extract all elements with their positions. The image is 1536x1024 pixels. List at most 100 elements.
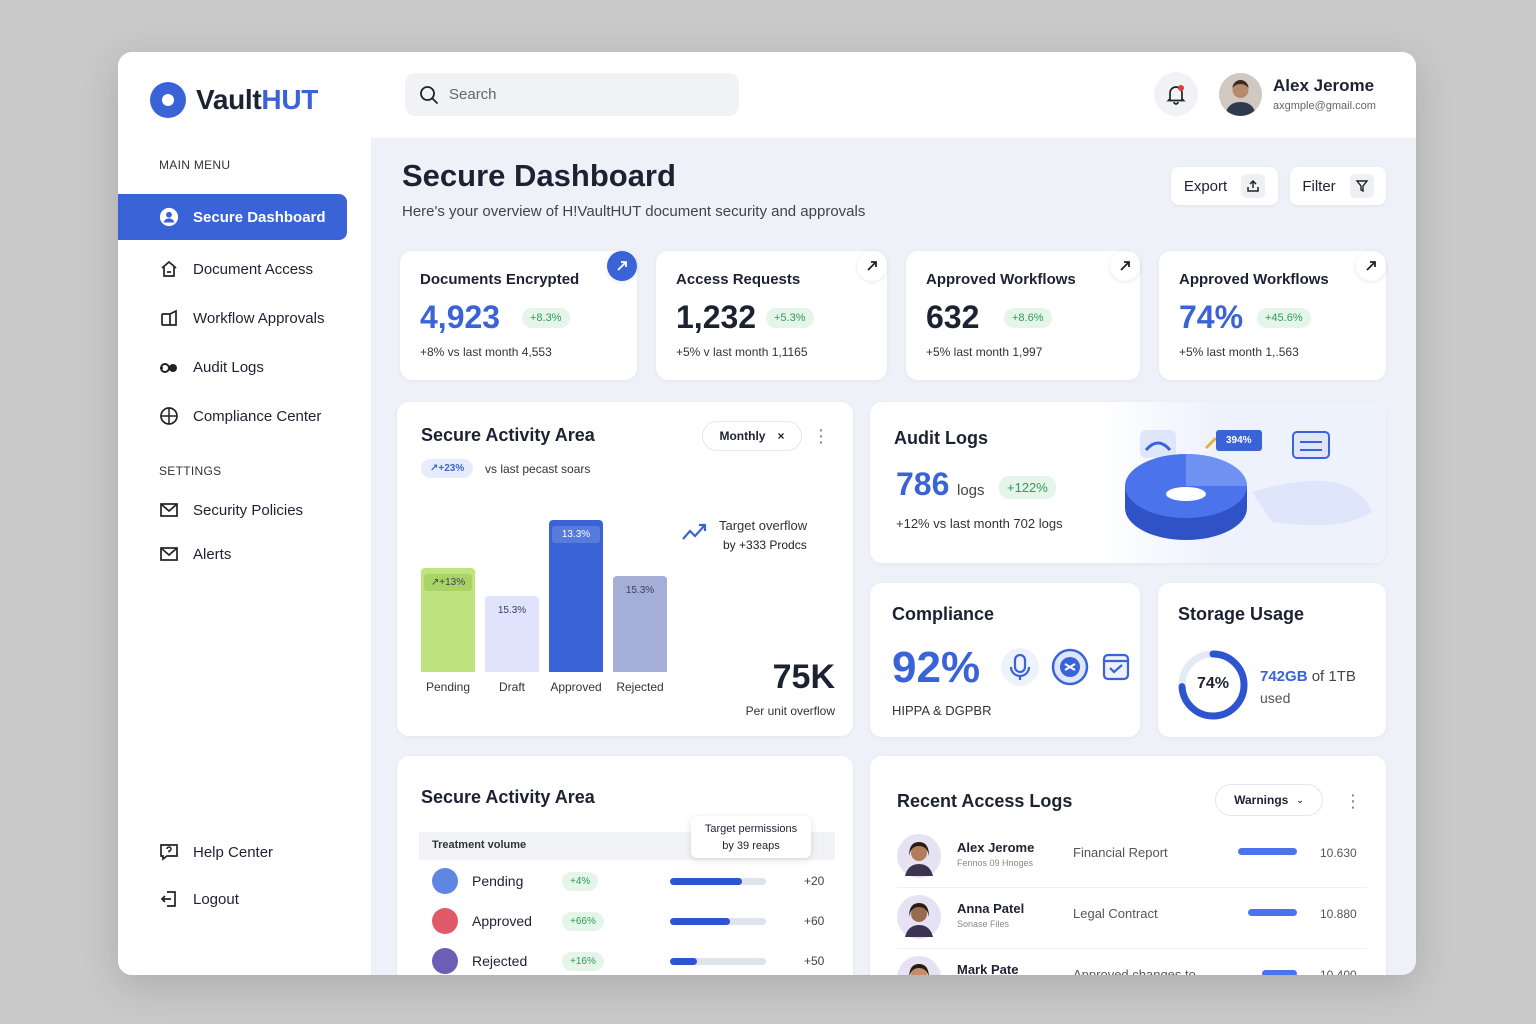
app-logo[interactable]: VaultHUT <box>150 82 318 118</box>
status-dot <box>432 868 458 894</box>
sidebar-item-workflow-approvals[interactable]: Workflow Approvals <box>118 295 347 341</box>
stat-change-badge: +8.3% <box>522 308 570 328</box>
stat-card-approved-workflows[interactable]: Approved Workflows 632 +8.6% +5% last mo… <box>906 251 1140 380</box>
export-button[interactable]: Export <box>1171 167 1278 205</box>
page-title: Secure Dashboard <box>402 158 676 193</box>
sidebar-item-compliance-center[interactable]: Compliance Center <box>118 393 347 439</box>
sidebar-item-alerts[interactable]: Alerts <box>118 531 347 577</box>
sidebar-item-audit-logs[interactable]: Audit Logs <box>118 344 347 390</box>
log-row[interactable]: Anna Patel Sonase Files Legal Contract 1… <box>897 887 1367 949</box>
log-progress-fill <box>1248 909 1297 916</box>
search-box[interactable] <box>405 73 739 116</box>
log-value: 10.630 <box>1320 846 1357 860</box>
activity-table-card: Secure Activity Area Treatment volume Ta… <box>397 756 853 975</box>
sidebar-item-label: Workflow Approvals <box>193 309 325 327</box>
log-user-sub: Sonase Files <box>957 919 1010 929</box>
user-circle-icon <box>159 207 179 227</box>
card-title: Recent Access Logs <box>897 791 1073 811</box>
mail-icon <box>159 544 179 564</box>
filter-value: Warnings <box>1234 793 1289 807</box>
row-change-badge: +66% <box>562 912 604 931</box>
more-options-icon[interactable]: ⋮ <box>806 421 836 451</box>
audit-change-badge: +122% <box>999 476 1056 499</box>
avatar <box>897 895 941 939</box>
row-label: Pending <box>472 873 524 889</box>
expand-button[interactable] <box>857 251 887 281</box>
arrow-up-right-icon <box>1120 261 1130 271</box>
stat-title: Documents Encrypted <box>420 271 580 288</box>
audit-logs-card[interactable]: Audit Logs 786 logs +122% +12% vs last m… <box>870 402 1386 563</box>
notifications-button[interactable] <box>1154 72 1198 116</box>
stat-value: 632 <box>926 299 980 335</box>
change-badge: ↗+23% <box>421 459 474 478</box>
stat-value: 1,232 <box>676 299 757 335</box>
storage-used: 742GB <box>1260 668 1308 685</box>
stat-card-documents-encrypted[interactable]: Documents Encrypted 4,923 +8.3% +8% vs l… <box>400 251 637 380</box>
row-label: Rejected <box>472 953 528 969</box>
x-tick-label: Pending <box>425 680 471 694</box>
search-input[interactable] <box>449 86 709 103</box>
audit-unit: logs <box>957 482 985 499</box>
arrow-up-right-icon <box>617 261 627 271</box>
storage-total: of 1TB <box>1311 668 1356 685</box>
sidebar-item-logout[interactable]: Logout <box>118 876 347 922</box>
sidebar-item-secure-dashboard[interactable]: Secure Dashboard <box>118 194 347 240</box>
stat-card-approved-workflows-percent[interactable]: Approved Workflows 74% +45.6% +5% last m… <box>1159 251 1386 380</box>
log-document: Legal Contract <box>1073 906 1158 921</box>
avatar <box>897 956 941 975</box>
stat-title: Approved Workflows <box>926 271 1076 288</box>
close-icon: × <box>777 429 785 443</box>
stat-value: 74% <box>1179 299 1244 335</box>
overflow-value: 75K <box>772 658 835 696</box>
sidebar-item-help-center[interactable]: Help Center <box>118 829 347 875</box>
card-title: Secure Activity Area <box>421 787 595 807</box>
period-select[interactable]: Monthly × <box>702 421 802 451</box>
tooltip: Target permissions by 39 reaps <box>691 816 811 858</box>
arrow-up-right-icon <box>867 261 877 271</box>
sidebar: MAIN MENU Secure Dashboard Document Acce… <box>118 138 371 975</box>
row-progress-bar <box>670 878 766 885</box>
workflow-icon <box>159 308 179 328</box>
expand-button[interactable] <box>607 251 637 281</box>
row-label: Approved <box>472 913 532 929</box>
bar-data-label: 15.3% <box>497 605 527 616</box>
more-options-icon[interactable]: ⋮ <box>1340 786 1366 816</box>
warnings-filter[interactable]: Warnings ⌄ <box>1215 784 1323 816</box>
storage-usage-card[interactable]: Storage Usage 74% 742GB of 1TB used <box>1158 583 1386 737</box>
change-note: vs last pecast soars <box>485 462 591 476</box>
activity-chart-card: Secure Activity Area Monthly × ⋮ ↗+23% v… <box>397 402 853 736</box>
bar-data-label: 15.3% <box>625 585 655 596</box>
storage-percent: 74% <box>1196 675 1230 692</box>
overflow-label: Per unit overflow <box>745 704 835 718</box>
log-row[interactable]: Mark Pate Approved changes to 10.400 <box>897 948 1367 975</box>
user-avatar[interactable] <box>1219 73 1262 116</box>
stat-value: 4,923 <box>420 299 501 335</box>
log-progress-fill <box>1262 970 1297 975</box>
compliance-card[interactable]: Compliance 92% HIPPA & DGPBR <box>870 583 1140 737</box>
row-value: +20 <box>804 874 825 888</box>
card-title: Audit Logs <box>894 428 988 448</box>
log-document: Approved changes to <box>1073 967 1196 975</box>
sidebar-item-document-access[interactable]: Document Access <box>118 246 347 292</box>
stat-footnote: +8% vs last month 4,553 <box>420 345 552 359</box>
stat-change-badge: +45.6% <box>1257 308 1311 328</box>
filter-button[interactable]: Filter <box>1290 167 1386 205</box>
log-row[interactable]: Alex Jerome Fennos 09 Hnoges Financial R… <box>897 826 1367 888</box>
sidebar-item-security-policies[interactable]: Security Policies <box>118 487 347 533</box>
trend-up-icon <box>682 523 707 540</box>
log-progress-bar <box>1227 909 1297 916</box>
bell-icon <box>1166 85 1186 105</box>
expand-button[interactable] <box>1356 251 1386 281</box>
compliance-value: 92% <box>892 643 981 692</box>
upload-icon <box>1241 174 1266 198</box>
stat-change-badge: +5.3% <box>766 308 814 328</box>
row-change-badge: +4% <box>562 872 599 891</box>
sidebar-item-label: Logout <box>193 890 239 908</box>
card-title: Compliance <box>892 604 995 624</box>
stat-card-access-requests[interactable]: Access Requests 1,232 +5.3% +5% v last m… <box>656 251 887 380</box>
avatar <box>897 834 941 878</box>
expand-button[interactable] <box>1110 251 1140 281</box>
target-text: Target overflow <box>719 518 808 533</box>
recent-logs-list: Alex Jerome Fennos 09 Hnoges Financial R… <box>897 826 1367 975</box>
microphone-icon <box>1001 648 1039 686</box>
